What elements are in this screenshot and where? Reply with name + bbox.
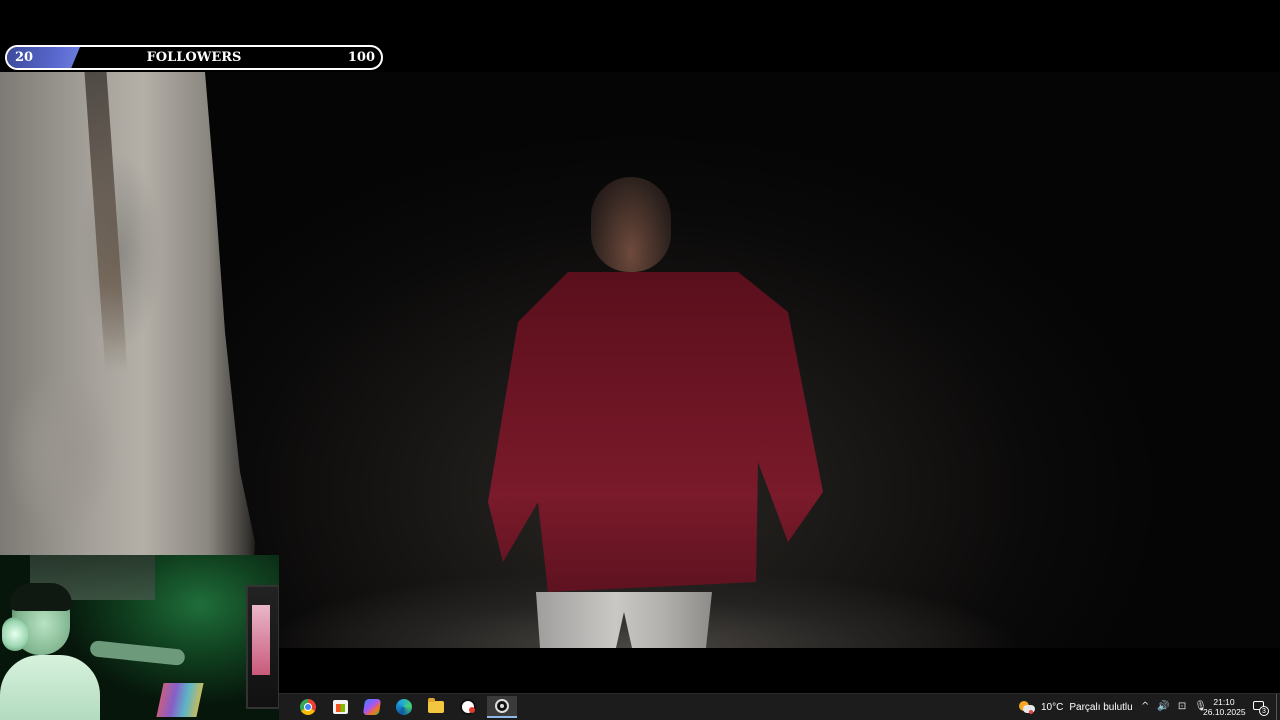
webcam-streamer-arm (89, 640, 186, 666)
notification-count: 3 (1259, 706, 1269, 716)
volume-icon[interactable]: 🔊 (1157, 699, 1169, 715)
white-pants (536, 592, 712, 648)
notification-center-button[interactable]: 3 (1251, 699, 1269, 716)
weather-widget[interactable]: 10°C Parçalı bulutlu (1019, 698, 1133, 718)
taskbar-obs[interactable] (453, 696, 483, 718)
webcam-monitor (246, 585, 279, 709)
headphone-icon (2, 617, 28, 651)
taskbar-chrome[interactable] (293, 696, 323, 718)
webcam-overlay (0, 555, 279, 720)
taskbar: 10°C Parçalı bulutlu ^ 🔊 ⊡ 🎙 21:10 26.10… (279, 693, 1280, 720)
file-explorer-icon (428, 698, 444, 713)
clock-date: 26.10.2025 (1203, 707, 1246, 717)
weather-temperature: 10°C (1041, 702, 1064, 713)
chrome-icon (300, 699, 316, 715)
show-desktop-button[interactable] (1276, 694, 1280, 720)
webcam-streamer-hair (10, 583, 72, 611)
webcam-streamer-shirt (0, 655, 100, 720)
copilot-icon (362, 699, 382, 715)
clock-time: 21:10 (1213, 697, 1235, 707)
edge-icon (396, 699, 412, 715)
taskbar-store[interactable] (325, 696, 355, 718)
taskbar-edge[interactable] (389, 696, 419, 718)
followers-goal: 100 (347, 50, 375, 65)
taskbar-file-explorer[interactable] (421, 696, 451, 718)
taskbar-active-app[interactable] (487, 696, 517, 718)
weather-condition: Parçalı bulutlu (1069, 702, 1133, 713)
taskbar-copilot[interactable] (357, 696, 387, 718)
screen: 20 FOLLOWERS 100 10°C Parçalı bulutlu ^ … (0, 0, 1280, 720)
followers-label: FOLLOWERS (146, 50, 242, 65)
store-icon (332, 700, 348, 714)
taskbar-clock[interactable]: 21:10 26.10.2025 (1203, 697, 1246, 717)
chevron-up-icon[interactable]: ^ (1141, 699, 1149, 715)
network-icon[interactable]: ⊡ (1178, 699, 1186, 715)
person-head (591, 177, 671, 272)
webcam-monitor-screen (252, 605, 270, 675)
rgb-keyboard (156, 683, 204, 717)
followers-goal-bar: 20 FOLLOWERS 100 (5, 45, 383, 70)
app-icon (495, 699, 509, 713)
person-figure (488, 132, 828, 648)
obs-icon (460, 699, 476, 715)
weather-icon (1019, 701, 1035, 715)
red-jacket (488, 272, 823, 592)
system-tray: ^ 🔊 ⊡ 🎙 (1141, 699, 1207, 715)
